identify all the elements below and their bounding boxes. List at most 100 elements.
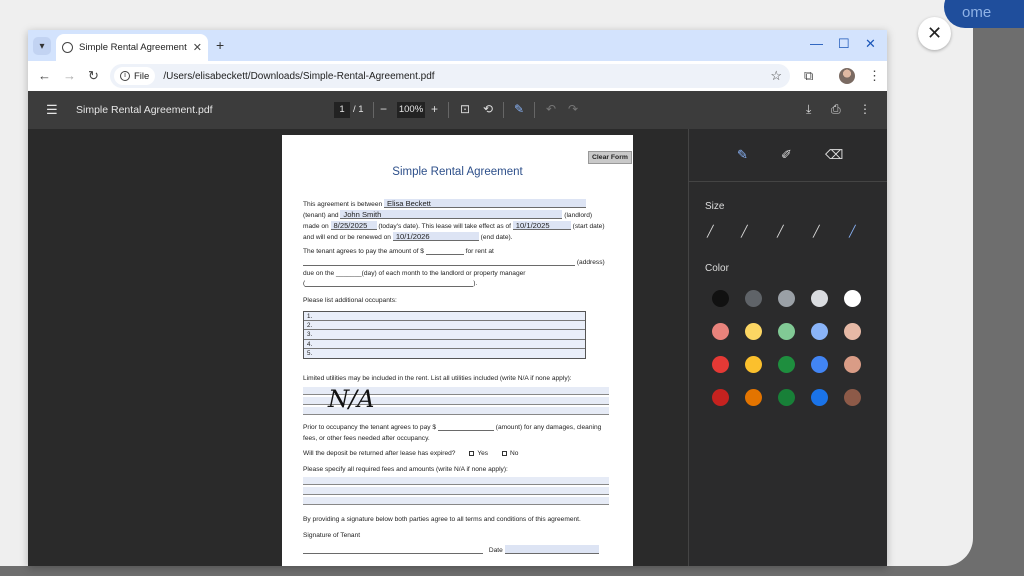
manager-field[interactable] <box>305 280 474 287</box>
color-swatch[interactable] <box>712 290 729 307</box>
browser-toolbar: ← → ↻ i File /Users/elisabeckett/Downloa… <box>28 61 887 91</box>
line-text: (tenant) and <box>303 212 339 219</box>
occupant-row[interactable]: 3. <box>304 330 585 340</box>
size-1-icon[interactable]: ╱ <box>707 225 714 238</box>
color-swatch[interactable] <box>778 356 795 373</box>
eraser-icon[interactable]: ⌫ <box>825 147 843 163</box>
print-icon[interactable]: ⎙ <box>831 102 841 117</box>
size-4-icon[interactable]: ╱ <box>813 225 820 238</box>
color-swatch[interactable] <box>844 389 861 406</box>
tab-strip: ▾ Simple Rental Agreement ✕ + — ☐ ✕ <box>28 30 887 61</box>
forward-icon[interactable]: → <box>63 68 76 83</box>
pdf-page[interactable]: Clear Form Simple Rental Agreement This … <box>282 135 633 566</box>
maximize-button[interactable]: ☐ <box>838 36 850 52</box>
annotate-icon[interactable]: ✎ <box>514 102 524 116</box>
agreement-line-1: This agreement is between Elisa Beckett <box>303 199 587 208</box>
color-swatch[interactable] <box>778 389 795 406</box>
color-swatch[interactable] <box>745 323 762 340</box>
url-text[interactable]: /Users/elisabeckett/Downloads/Simple-Ren… <box>163 71 434 82</box>
color-swatch[interactable] <box>745 389 762 406</box>
occupant-row[interactable]: 5. <box>304 348 585 358</box>
back-icon[interactable]: ← <box>38 68 51 83</box>
deposit-amount-field[interactable] <box>437 424 494 431</box>
close-window-button[interactable]: ✕ <box>865 36 876 52</box>
no-checkbox[interactable] <box>501 450 507 456</box>
agreement-statement: By providing a signature below both part… <box>303 516 581 523</box>
color-swatch[interactable] <box>778 323 795 340</box>
site-info-chip[interactable]: i File <box>114 67 156 85</box>
extensions-icon[interactable]: ⧉ <box>804 68 813 84</box>
occupant-row[interactable]: 4. <box>304 339 585 349</box>
due-line: due on the _______(day) of each month to… <box>303 270 526 277</box>
color-swatch[interactable] <box>712 356 729 373</box>
welcome-button[interactable]: ome <box>944 0 1024 28</box>
highlighter-icon[interactable]: ✐ <box>781 147 792 163</box>
minimize-button[interactable]: — <box>810 36 823 51</box>
color-swatch[interactable] <box>745 356 762 373</box>
signature-date-field[interactable] <box>504 545 599 554</box>
download-icon[interactable]: ⤓ <box>806 102 811 117</box>
tenant-signature-field[interactable] <box>303 547 483 554</box>
page-number-input[interactable]: 1 <box>334 102 350 118</box>
close-dialog-button[interactable]: ✕ <box>918 17 951 50</box>
fees-field[interactable] <box>303 487 609 495</box>
deposit-line-1: Prior to occupancy the tenant agrees to … <box>303 424 601 431</box>
tab-rental-agreement[interactable]: Simple Rental Agreement ✕ <box>56 34 208 61</box>
color-swatch[interactable] <box>712 389 729 406</box>
color-swatch[interactable] <box>811 356 828 373</box>
occupant-row[interactable]: 2. <box>304 321 585 331</box>
line-text: (start date) <box>572 223 605 230</box>
size-5-icon[interactable]: ╱ <box>849 225 856 238</box>
pen-icon[interactable]: ✎ <box>737 147 748 163</box>
zoom-out-icon[interactable]: − <box>380 102 387 116</box>
end-date-field[interactable]: 10/1/2026 <box>392 232 479 241</box>
hamburger-menu-icon[interactable]: ☰ <box>46 102 58 118</box>
redo-icon[interactable]: ↷ <box>568 102 578 116</box>
browser-menu-icon[interactable]: ⋮ <box>868 68 881 84</box>
zoom-level-input[interactable]: 100% <box>397 102 425 118</box>
color-swatch[interactable] <box>811 290 828 307</box>
line-text: (landlord) <box>564 212 593 219</box>
undo-icon[interactable]: ↶ <box>546 102 556 116</box>
occupants-label: Please list additional occupants: <box>303 297 397 304</box>
rent-amount-field[interactable] <box>425 248 464 255</box>
reload-icon[interactable]: ↻ <box>88 68 99 84</box>
color-swatch[interactable] <box>745 290 762 307</box>
color-swatch[interactable] <box>811 389 828 406</box>
clear-form-button[interactable]: Clear Form <box>588 151 632 164</box>
fees-field[interactable] <box>303 477 609 485</box>
line-text: (end date). <box>480 234 513 241</box>
start-date-field[interactable]: 10/1/2025 <box>512 221 571 230</box>
color-swatch[interactable] <box>811 323 828 340</box>
size-2-icon[interactable]: ╱ <box>741 225 748 238</box>
color-swatch[interactable] <box>778 290 795 307</box>
made-on-date-field[interactable]: 8/25/2025 <box>330 221 377 230</box>
occupant-row[interactable]: 1. <box>304 312 585 322</box>
color-swatch[interactable] <box>844 290 861 307</box>
rotate-icon[interactable]: ⟲ <box>483 102 493 116</box>
color-swatch[interactable] <box>712 323 729 340</box>
line-text: (amount) for any damages, cleaning <box>495 424 602 431</box>
color-swatch[interactable] <box>844 323 861 340</box>
new-tab-button[interactable]: + <box>216 37 224 53</box>
line-text: and will end or be renewed on <box>303 234 391 241</box>
size-3-icon[interactable]: ╱ <box>777 225 784 238</box>
tab-search-button[interactable]: ▾ <box>33 37 51 55</box>
browser-window: ▾ Simple Rental Agreement ✕ + — ☐ ✕ ← → … <box>28 30 887 566</box>
bookmark-star-icon[interactable]: ☆ <box>770 68 782 84</box>
fees-field[interactable] <box>303 497 609 505</box>
address-bar[interactable]: i File /Users/elisabeckett/Downloads/Sim… <box>110 64 790 88</box>
tab-close-icon[interactable]: ✕ <box>193 41 202 54</box>
pdf-more-icon[interactable]: ⋮ <box>859 102 871 116</box>
zoom-in-icon[interactable]: + <box>431 102 438 116</box>
color-swatch[interactable] <box>844 356 861 373</box>
pdf-content-area: Clear Form Simple Rental Agreement This … <box>28 129 887 566</box>
tenant-name-field[interactable]: Elisa Beckett <box>384 199 587 208</box>
fit-page-icon[interactable]: ⊡ <box>460 102 470 116</box>
yes-checkbox[interactable] <box>469 450 475 456</box>
line-text: ). <box>473 280 478 287</box>
landlord-name-field[interactable]: John Smith <box>340 210 563 219</box>
deposit-line-2: fees, or other fees needed after occupan… <box>303 435 430 442</box>
address-field[interactable] <box>303 259 575 266</box>
avatar[interactable] <box>839 68 855 84</box>
